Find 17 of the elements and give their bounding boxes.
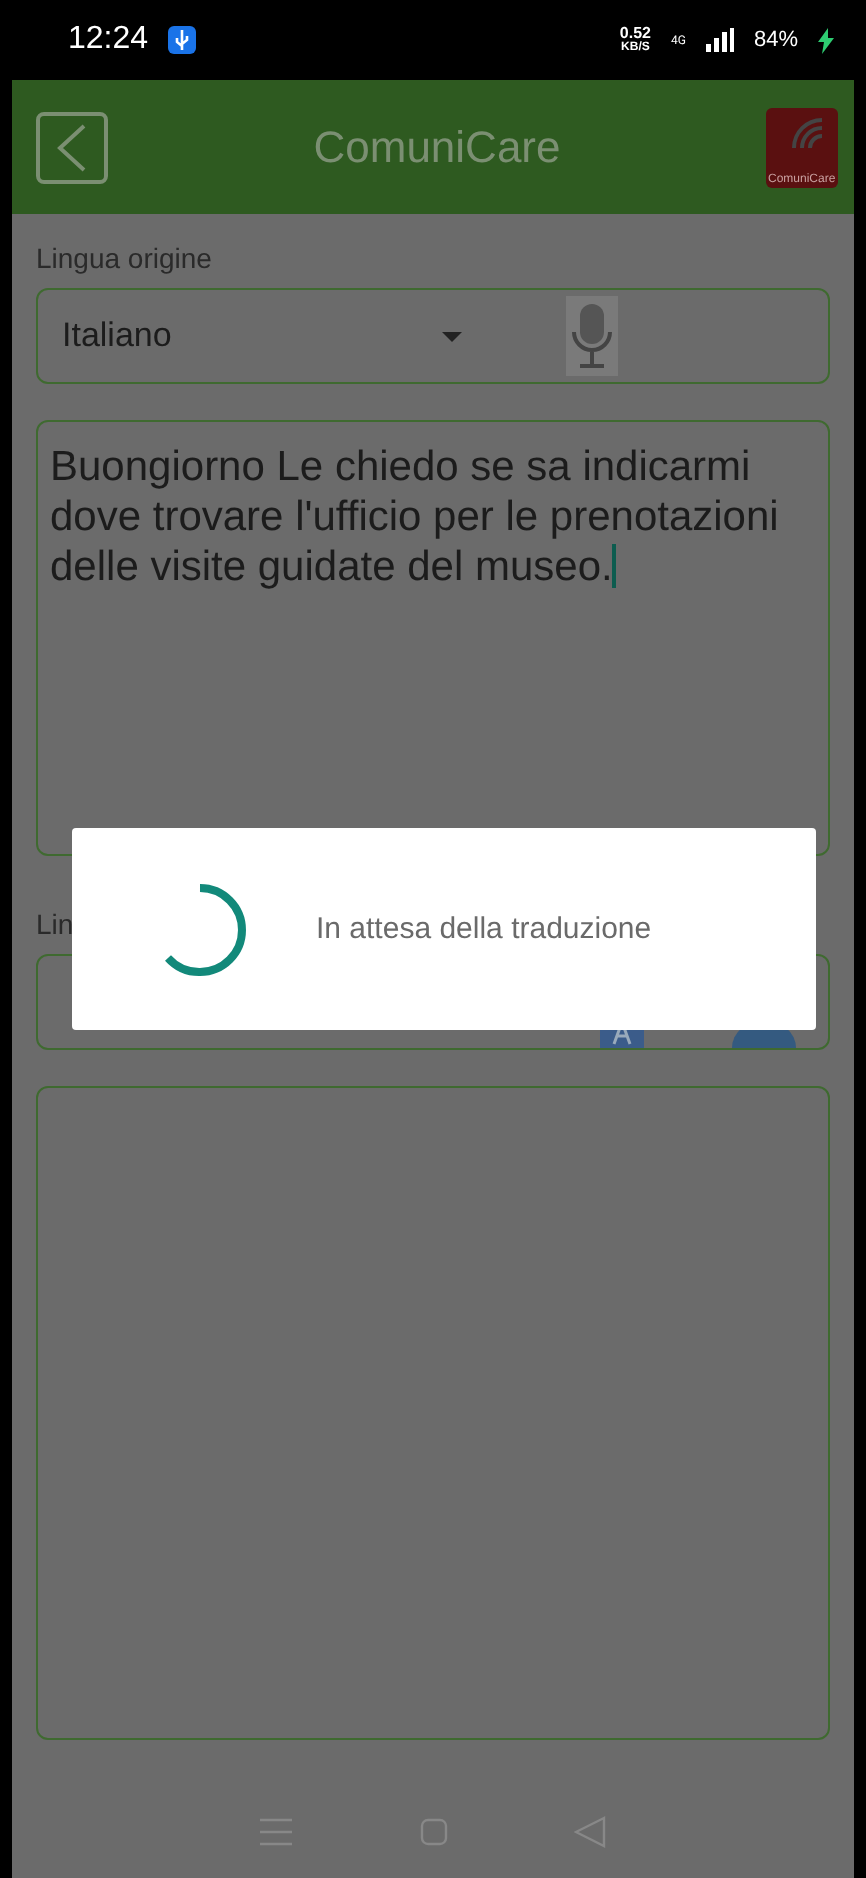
translation-text-field[interactable] [36,1086,830,1740]
usb-icon [168,26,197,54]
field-label: Lingua origine [36,242,212,274]
signal-icon [705,28,734,52]
home-icon[interactable] [419,1818,447,1846]
app-title: ComuniCare [311,121,563,173]
field-label: Lin [36,908,74,940]
status-time: 12:24 [68,22,149,58]
charging-icon [818,27,834,53]
dropdown-arrow-icon [442,331,462,341]
battery-level: 84% [753,28,798,52]
dialog-message: In attesa della traduzione [316,912,652,946]
menu-icon[interactable] [259,1818,292,1846]
back-icon[interactable] [574,1816,607,1848]
back-button[interactable] [36,111,108,183]
language-dropdown[interactable]: Italiano [36,288,830,384]
microphone-icon[interactable] [566,296,618,376]
